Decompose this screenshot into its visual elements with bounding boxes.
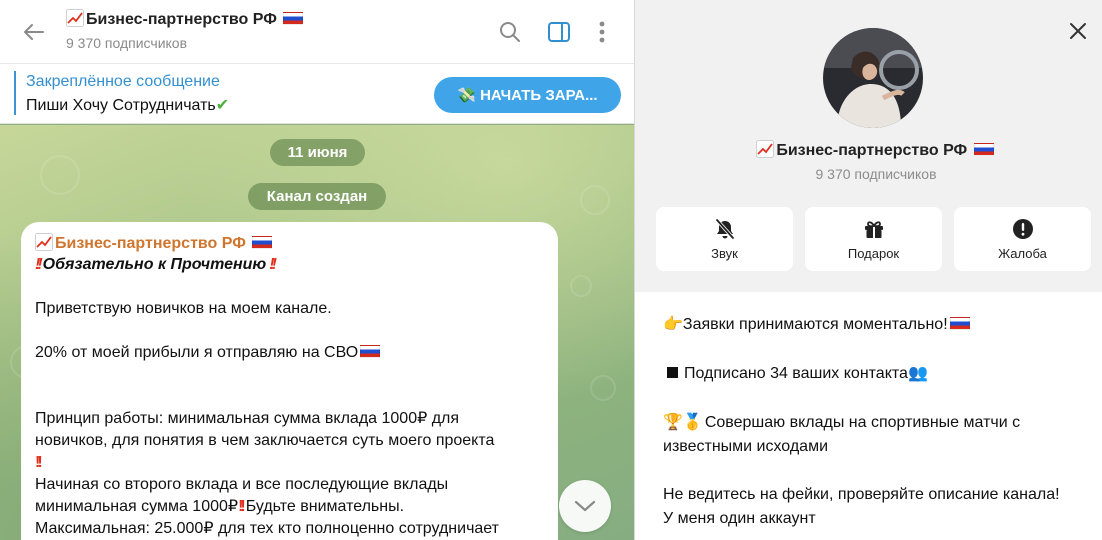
chart-up-icon <box>66 9 84 27</box>
more-vertical-icon <box>599 21 605 43</box>
pinned-action-button[interactable]: 💸 НАЧАТЬ ЗАРА... <box>434 77 621 113</box>
russia-flag-icon <box>973 143 994 156</box>
message-paragraph: новичков, для понятия в чем заключается … <box>35 432 495 449</box>
description-text: Заявки принимаются моментально! <box>682 316 948 333</box>
description-text: Совершаю вклады на спортивные матчи с <box>704 414 1021 431</box>
pinned-text: Пиши Хочу Сотрудничать✔ <box>26 95 229 115</box>
side-panel-icon <box>548 22 570 42</box>
message-sender[interactable]: Бизнес-партнерство РФ <box>35 233 544 254</box>
info-header: Бизнес-партнерство РФ 9 370 подписчиков … <box>635 0 1102 292</box>
message-paragraph: минимальная сумма 1000₽!! Будьте внимател… <box>35 496 544 518</box>
back-button[interactable] <box>18 18 50 46</box>
description-line: известными исходами <box>663 438 829 455</box>
report-label: Жалоба <box>998 245 1047 261</box>
message-bubble[interactable]: Бизнес-партнерство РФ !! Обязательно к Пр… <box>21 222 558 540</box>
description-text: Подписано 34 ваших контакта <box>684 365 908 382</box>
double-exclamation-icon: !! <box>238 498 245 515</box>
message-sender-name: Бизнес-партнерство РФ <box>55 235 246 252</box>
gift-label: Подарок <box>847 245 900 261</box>
message-paragraph-text: Будьте внимательны. <box>245 498 405 515</box>
message-paragraph: !! <box>35 452 544 474</box>
message-paragraph-text: минимальная сумма 1000₽ <box>35 498 239 515</box>
pinned-text-value: Пиши Хочу Сотрудничать <box>26 97 216 114</box>
money-icon: 💸 <box>457 86 477 104</box>
black-square-icon <box>667 367 678 378</box>
pinned-indicator <box>14 71 16 115</box>
channel-info-panel: Бизнес-партнерство РФ 9 370 подписчиков … <box>634 0 1102 540</box>
medal-icon: 🥇 <box>682 412 703 431</box>
info-subscriber-count: 9 370 подписчиков <box>815 166 937 182</box>
pointing-hand-icon: 👉 <box>663 314 683 333</box>
description-line: У меня один аккаунт <box>663 510 816 527</box>
message-paragraph: Максимальная: 25.000₽ для тех кто полноц… <box>35 520 499 537</box>
russia-flag-icon <box>949 317 970 330</box>
description-line: 👉Заявки принимаются моментально! <box>663 312 1083 337</box>
close-icon <box>1070 23 1086 39</box>
russia-flag-icon <box>283 12 304 25</box>
channel-description: 👉Заявки принимаются моментально! Подписа… <box>635 292 1102 540</box>
description-line: Не ведитесь на фейки, проверяйте описани… <box>663 486 1060 503</box>
description-line: 🏆🥇 Совершаю вклады на спортивные матчи с <box>663 410 1083 435</box>
scroll-down-button[interactable] <box>559 480 611 532</box>
pinned-title: Закреплённое сообщение <box>26 73 220 90</box>
russia-flag-icon <box>252 236 273 249</box>
message-paragraph: Принцип работы: минимальная сумма вклада… <box>35 410 460 427</box>
double-exclamation-icon: !! <box>35 256 42 273</box>
more-button[interactable] <box>586 16 618 48</box>
message-paragraph: Приветствую новичков на моем канале. <box>35 300 332 317</box>
search-button[interactable] <box>494 16 526 48</box>
check-mark-icon: ✔ <box>215 95 230 114</box>
gift-button[interactable]: Подарок <box>805 207 942 271</box>
search-icon <box>500 22 520 42</box>
chart-up-icon <box>756 140 775 158</box>
mute-button[interactable]: Звук <box>656 207 793 271</box>
report-button[interactable]: Жалоба <box>954 207 1091 271</box>
toggle-side-panel-button[interactable] <box>543 16 575 48</box>
mute-label: Звук <box>711 245 738 261</box>
message-heading: !! Обязательно к Прочтению!! <box>35 254 544 276</box>
double-exclamation-icon: !! <box>269 256 276 273</box>
gift-icon <box>864 220 883 238</box>
date-pill: 11 июня <box>270 139 365 166</box>
message-paragraph: Начиная со второго вклада и все последую… <box>35 476 449 493</box>
chevron-down-icon <box>574 500 596 512</box>
message-paragraph-text: 20% от моей прибыли я отправляю на СВО <box>35 344 359 361</box>
russia-flag-icon <box>360 345 381 358</box>
pinned-action-label: НАЧАТЬ ЗАРА... <box>480 86 598 104</box>
close-button[interactable] <box>1065 18 1091 44</box>
chart-up-icon <box>35 233 53 251</box>
description-line: Подписано 34 ваших контакта👥 <box>663 361 1083 386</box>
avatar-image <box>823 28 923 128</box>
service-message: Канал создан <box>248 183 386 210</box>
message-heading-text: Обязательно к Прочтению <box>42 256 267 273</box>
double-exclamation-icon: !! <box>35 454 42 471</box>
subscriber-count: 9 370 подписчиков <box>66 35 188 51</box>
message-paragraph: 20% от моей прибыли я отправляю на СВО <box>35 342 544 364</box>
pinned-message-bar[interactable]: Закреплённое сообщение Пиши Хочу Сотрудн… <box>0 64 634 124</box>
channel-title[interactable]: Бизнес-партнерство РФ <box>66 9 305 29</box>
avatar[interactable] <box>823 28 923 128</box>
arrow-left-icon <box>24 24 44 40</box>
trophy-icon: 🏆 <box>663 412 683 431</box>
people-icon: 👥 <box>907 363 928 382</box>
report-icon <box>1012 218 1033 239</box>
info-channel-title-text: Бизнес-партнерство РФ <box>776 142 968 159</box>
channel-title-text: Бизнес-партнерство РФ <box>86 11 277 28</box>
info-channel-title: Бизнес-партнерство РФ <box>635 140 1102 160</box>
bell-off-icon <box>715 218 734 239</box>
chat-header: Бизнес-партнерство РФ 9 370 подписчиков <box>0 0 634 64</box>
chat-pane: Бизнес-партнерство РФ 9 370 подписчиков … <box>0 0 634 540</box>
